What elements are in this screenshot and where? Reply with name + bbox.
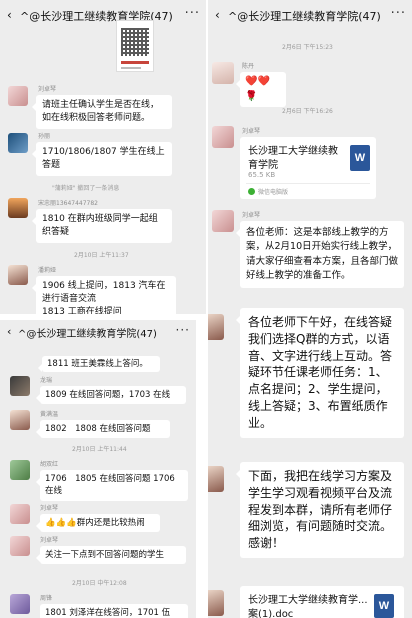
avatar[interactable] [212,210,234,232]
message-bubble[interactable]: 1810 在群内班级同学一起组织答疑 [32,209,172,244]
sender-name: 潘莉娅 [38,267,57,274]
avatar[interactable] [10,376,30,396]
divider [246,183,370,184]
chat-header: ‹ ^@长沙理工继续教育学院(47) ··· [208,0,412,30]
file-message-card[interactable]: 长沙理工大学继续教育学院 65.5 KB W 微信电脑版 [240,137,376,199]
avatar[interactable] [10,594,30,614]
avatar[interactable] [8,265,28,285]
sender-name: 龙瑞 [40,377,53,384]
file-source-label: 微信电脑版 [258,189,289,196]
avatar[interactable] [8,86,28,106]
recall-notice: "蒲莉娅" 撤回了一条消息 [52,185,120,192]
sender-name: 刘卓琴 [40,505,59,512]
sender-name: 胡双红 [40,461,59,468]
message-bubble[interactable]: 各位老师下午好，在线答疑我们选择Q群的方式，以语音、文字进行线上互动。答疑环节任… [236,308,404,438]
message-bubble[interactable]: 1809 在线回答问题，1703 在线 [36,386,186,405]
more-options-icon[interactable]: ··· [185,6,200,21]
avatar[interactable] [10,536,30,556]
sender-name: 刘卓琴 [242,212,261,219]
avatar[interactable] [10,460,30,480]
back-icon[interactable]: ‹ [7,8,12,22]
sender-name: 宋忠丽13647447782 [38,200,98,207]
avatar[interactable] [8,198,28,218]
message-bubble[interactable]: 1811 班王美霖线上答问。 [38,356,160,373]
message-bubble[interactable]: 1706 1805 在线回答问题 1706 在线 [36,470,188,501]
qr-caption-bar [121,61,149,64]
avatar[interactable] [208,466,224,492]
avatar[interactable] [10,410,30,430]
more-options-icon[interactable]: ··· [391,6,406,21]
wechat-pc-icon [248,188,255,195]
avatar[interactable] [212,126,234,148]
message-bubble[interactable]: 各位老师：这是本部线上教学的方案，从2月10日开始实行线上教学，请大家仔细查看本… [236,221,404,288]
sender-name: 周锋 [40,595,53,602]
group-title: ^@长沙理工继续教育学院(47) [18,329,157,340]
message-bubble[interactable]: 关注一下点到不回答问题的学生 [36,546,186,565]
message-bubble[interactable]: 1906 线上提问，1813 汽车在进行语音交流 1813 工商在线提问 [32,276,176,314]
time-separator: 2月10日 上午11:37 [74,252,129,259]
chat-header: ‹ ^@长沙理工继续教育学院(47) ··· [0,320,196,344]
time-separator: 2月6日 下午15:23 [282,44,333,51]
message-bubble[interactable]: 👍👍👍群内还是比较热闹 [36,514,160,533]
sender-name: 刘卓琴 [38,86,57,93]
back-icon[interactable]: ‹ [7,325,11,338]
avatar[interactable] [208,314,224,340]
avatar[interactable] [212,62,234,84]
time-separator: 2月10日 上午11:44 [72,446,127,453]
avatar[interactable] [10,504,30,524]
file-source: 微信电脑版 [248,187,288,196]
more-options-icon[interactable]: ··· [176,323,190,337]
message-bubble[interactable]: 下面，我把在线学习方案及学生学习观看视频平台及流程发到本群，请所有老师仔细浏览，… [236,462,404,558]
sender-name: 孙丽 [38,133,51,140]
qr-code-image[interactable] [116,20,154,72]
emoji-bubble[interactable]: ❤️❤️🌹 [236,72,286,107]
chat-panel-bottom-left: ‹ ^@长沙理工继续教育学院(47) ··· 1811 班王美霖线上答问。 龙瑞… [0,320,196,618]
message-bubble[interactable]: 请班主任确认学生是否在线，如在线积极回答老师问题。 [32,95,172,130]
word-file-icon: W [350,145,370,171]
time-separator: 2月6日 下午16:26 [282,108,333,115]
file-message-card[interactable]: 长沙理工大学继续教育学...案(1).doc W [240,586,404,618]
qr-code-pattern [121,28,149,56]
sender-name: 黄满温 [40,411,59,418]
sender-name: 刘卓琴 [40,537,59,544]
file-name: 长沙理工大学继续教育学...案(1).doc [248,595,368,618]
chat-header: ‹ ^@长沙理工继续教育学院(47) ··· [0,0,206,30]
message-bubble[interactable]: 1801 刘泽洋在线答问，1701 伍 [40,604,188,618]
avatar[interactable] [8,133,28,153]
chat-panel-right: ‹ ^@长沙理工继续教育学院(47) ··· 2月6日 下午15:23 陈丹 ❤… [208,0,412,618]
file-name: 长沙理工大学继续教育学院 [248,146,338,171]
avatar[interactable] [208,590,224,616]
file-size: 65.5 KB [248,171,276,179]
sender-name: 陈丹 [242,63,255,70]
qr-caption-line [121,67,141,69]
sender-name: 刘卓琴 [242,128,261,135]
message-bubble[interactable]: 1802 1808 在线回答问题 [36,420,170,439]
time-separator: 2月10日 中午12:08 [72,580,127,587]
chat-panel-top-left: ‹ ^@长沙理工继续教育学院(47) ··· 刘卓琴 请班主任确认学生是否在线，… [0,0,206,314]
message-bubble[interactable]: 1710/1806/1807 学生在线上答题 [32,142,172,177]
group-title: ^@长沙理工继续教育学院(47) [228,10,381,23]
back-icon[interactable]: ‹ [215,8,220,22]
word-file-icon: W [374,594,394,618]
